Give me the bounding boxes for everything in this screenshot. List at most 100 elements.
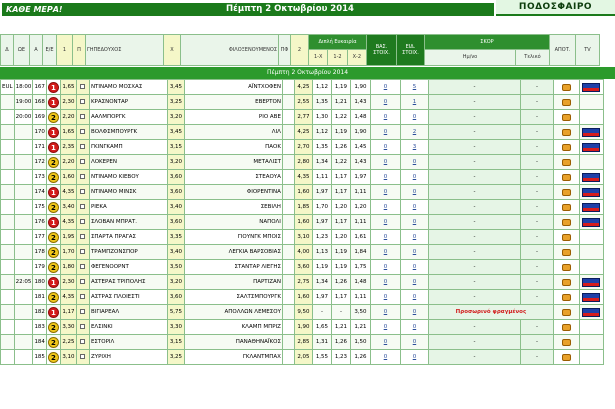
cell-check[interactable] bbox=[75, 334, 90, 350]
cell-stats-basic[interactable]: 0 bbox=[369, 244, 401, 260]
cell-stats-basic[interactable]: 0 bbox=[369, 139, 401, 155]
cell-stats-special[interactable]: 0 bbox=[399, 259, 429, 275]
cell-dc-12[interactable]: 1,21 bbox=[330, 94, 351, 110]
tv-channel-icon[interactable] bbox=[582, 217, 601, 227]
cell-odds-2[interactable]: 1,90 bbox=[293, 319, 313, 335]
cell-dc-x2[interactable]: 1,61 bbox=[349, 229, 371, 245]
select-checkbox[interactable] bbox=[80, 249, 86, 254]
stats-basic-link[interactable]: 0 bbox=[384, 309, 388, 315]
cell-check[interactable] bbox=[75, 244, 90, 260]
stats-basic-link[interactable]: 0 bbox=[384, 99, 388, 105]
stats-special-link[interactable]: 0 bbox=[413, 189, 417, 195]
cell-tv[interactable] bbox=[578, 349, 604, 365]
cell-stats-basic[interactable]: 0 bbox=[369, 184, 401, 200]
cell-stats-special[interactable]: 5 bbox=[399, 79, 429, 95]
cell-check[interactable] bbox=[75, 199, 90, 215]
tv-channel-icon[interactable] bbox=[582, 307, 601, 317]
cell-odds-2[interactable]: 2,75 bbox=[293, 274, 313, 290]
cell-dc-1x[interactable]: 1,34 bbox=[311, 154, 332, 170]
cell-dc-1x[interactable]: 1,97 bbox=[311, 289, 332, 305]
cell-dc-1x[interactable]: 1,97 bbox=[311, 184, 332, 200]
select-checkbox[interactable] bbox=[80, 309, 86, 314]
tv-channel-icon[interactable] bbox=[582, 127, 601, 137]
stats-special-link[interactable]: 0 bbox=[413, 264, 417, 270]
table-row[interactable]: 176 1 4,35 ΣΛΟΒΑΝ ΜΠΡΑΤ. 3,60 ΝΑΠΟΛΙ 1,60 1,97 1… bbox=[0, 214, 604, 230]
cell-result[interactable] bbox=[552, 124, 580, 140]
cell-tv[interactable] bbox=[578, 244, 604, 260]
cell-odds-x[interactable]: 3,60 bbox=[166, 289, 185, 305]
cell-dc-12[interactable]: 1,26 bbox=[330, 334, 351, 350]
select-checkbox[interactable] bbox=[80, 129, 86, 134]
select-checkbox[interactable] bbox=[80, 174, 86, 179]
cell-dc-12[interactable]: 1,26 bbox=[330, 274, 351, 290]
result-icon[interactable] bbox=[561, 158, 571, 166]
cell-result[interactable] bbox=[552, 289, 580, 305]
cell-check[interactable] bbox=[75, 139, 90, 155]
cell-dc-12[interactable]: 1,19 bbox=[330, 124, 351, 140]
cell-check[interactable] bbox=[75, 124, 90, 140]
stats-special-link[interactable]: 0 bbox=[413, 324, 417, 330]
stats-basic-link[interactable]: 0 bbox=[384, 129, 388, 135]
cell-odds-1[interactable]: 1,65 bbox=[59, 124, 77, 140]
cell-odds-x[interactable]: 3,40 bbox=[166, 244, 185, 260]
select-checkbox[interactable] bbox=[80, 279, 86, 284]
cell-odds-x[interactable]: 3,35 bbox=[166, 229, 185, 245]
cell-dc-1x[interactable]: 1,13 bbox=[311, 244, 332, 260]
tv-channel-icon[interactable] bbox=[582, 202, 601, 212]
cell-dc-x2[interactable]: 1,43 bbox=[349, 94, 371, 110]
cell-dc-x2[interactable]: 1,90 bbox=[349, 79, 371, 95]
stats-basic-link[interactable]: 0 bbox=[384, 114, 388, 120]
cell-check[interactable] bbox=[75, 214, 90, 230]
cell-odds-1[interactable]: 3,10 bbox=[59, 349, 77, 365]
table-row[interactable]: 183 2 3,30 ΕΛΣΙΝΚΙ 3,30 ΚΛΑΜΠ ΜΠΡΙΖ 1,90 1,65 1,… bbox=[0, 319, 604, 335]
stats-basic-link[interactable]: 0 bbox=[384, 264, 388, 270]
cell-dc-12[interactable]: 1,17 bbox=[330, 289, 351, 305]
table-row[interactable]: 170 1 1,65 ΒΟΛΦΣΜΠΟΥΡΓΚ 3,45 ΛΙΛ 4,25 1,12 1,19 1… bbox=[0, 124, 604, 140]
cell-odds-x[interactable]: 3,60 bbox=[166, 214, 185, 230]
cell-check[interactable] bbox=[75, 229, 90, 245]
cell-stats-basic[interactable]: 0 bbox=[369, 199, 401, 215]
cell-check[interactable] bbox=[75, 154, 90, 170]
stats-special-link[interactable]: 3 bbox=[413, 144, 417, 150]
cell-odds-1[interactable]: 4,35 bbox=[59, 184, 77, 200]
cell-result[interactable] bbox=[552, 169, 580, 185]
cell-odds-x[interactable]: 3,45 bbox=[166, 124, 185, 140]
stats-basic-link[interactable]: 0 bbox=[384, 84, 388, 90]
cell-odds-1[interactable]: 3,40 bbox=[59, 199, 77, 215]
table-row[interactable]: EUL 18:00 167 1 1,65 ΝΤΙΝΑΜΟ ΜΟΣΧΑΣ 3,45 ΑΪΝΤΧΟ… bbox=[0, 79, 604, 95]
cell-tv[interactable] bbox=[578, 169, 604, 185]
cell-result[interactable] bbox=[552, 334, 580, 350]
stats-basic-link[interactable]: 0 bbox=[384, 189, 388, 195]
cell-dc-12[interactable]: 1,22 bbox=[330, 109, 351, 125]
table-row[interactable]: 171 1 2,35 ΓΚΙΝΓΚΑΜΠ 3,15 ΠΑΟΚ 2,70 1,35 1,26 1,4… bbox=[0, 139, 604, 155]
cell-stats-special[interactable]: 0 bbox=[399, 184, 429, 200]
cell-dc-12[interactable]: 1,17 bbox=[330, 184, 351, 200]
cell-odds-2[interactable]: 9,50 bbox=[293, 304, 313, 320]
cell-check[interactable] bbox=[75, 94, 90, 110]
cell-tv[interactable] bbox=[578, 229, 604, 245]
cell-stats-special[interactable]: 0 bbox=[399, 304, 429, 320]
cell-stats-basic[interactable]: 0 bbox=[369, 94, 401, 110]
stats-special-link[interactable]: 0 bbox=[413, 309, 417, 315]
cell-odds-x[interactable]: 3,15 bbox=[166, 139, 185, 155]
cell-stats-special[interactable]: 0 bbox=[399, 334, 429, 350]
stats-special-link[interactable]: 0 bbox=[413, 204, 417, 210]
cell-result[interactable] bbox=[552, 274, 580, 290]
cell-odds-1[interactable]: 4,35 bbox=[59, 289, 77, 305]
result-icon[interactable] bbox=[561, 188, 571, 196]
cell-stats-special[interactable]: 0 bbox=[399, 319, 429, 335]
select-checkbox[interactable] bbox=[80, 354, 86, 359]
stats-special-link[interactable]: 0 bbox=[413, 234, 417, 240]
select-checkbox[interactable] bbox=[80, 294, 86, 299]
cell-stats-basic[interactable]: 0 bbox=[369, 229, 401, 245]
cell-odds-2[interactable]: 3,10 bbox=[293, 229, 313, 245]
stats-basic-link[interactable]: 0 bbox=[384, 339, 388, 345]
stats-special-link[interactable]: 0 bbox=[413, 114, 417, 120]
cell-odds-x[interactable]: 3,50 bbox=[166, 259, 185, 275]
cell-dc-1x[interactable]: 1,34 bbox=[311, 274, 332, 290]
cell-odds-2[interactable]: 2,85 bbox=[293, 334, 313, 350]
result-icon[interactable] bbox=[561, 308, 571, 316]
stats-special-link[interactable]: 0 bbox=[413, 159, 417, 165]
cell-tv[interactable] bbox=[578, 124, 604, 140]
stats-special-link[interactable]: 0 bbox=[413, 354, 417, 360]
